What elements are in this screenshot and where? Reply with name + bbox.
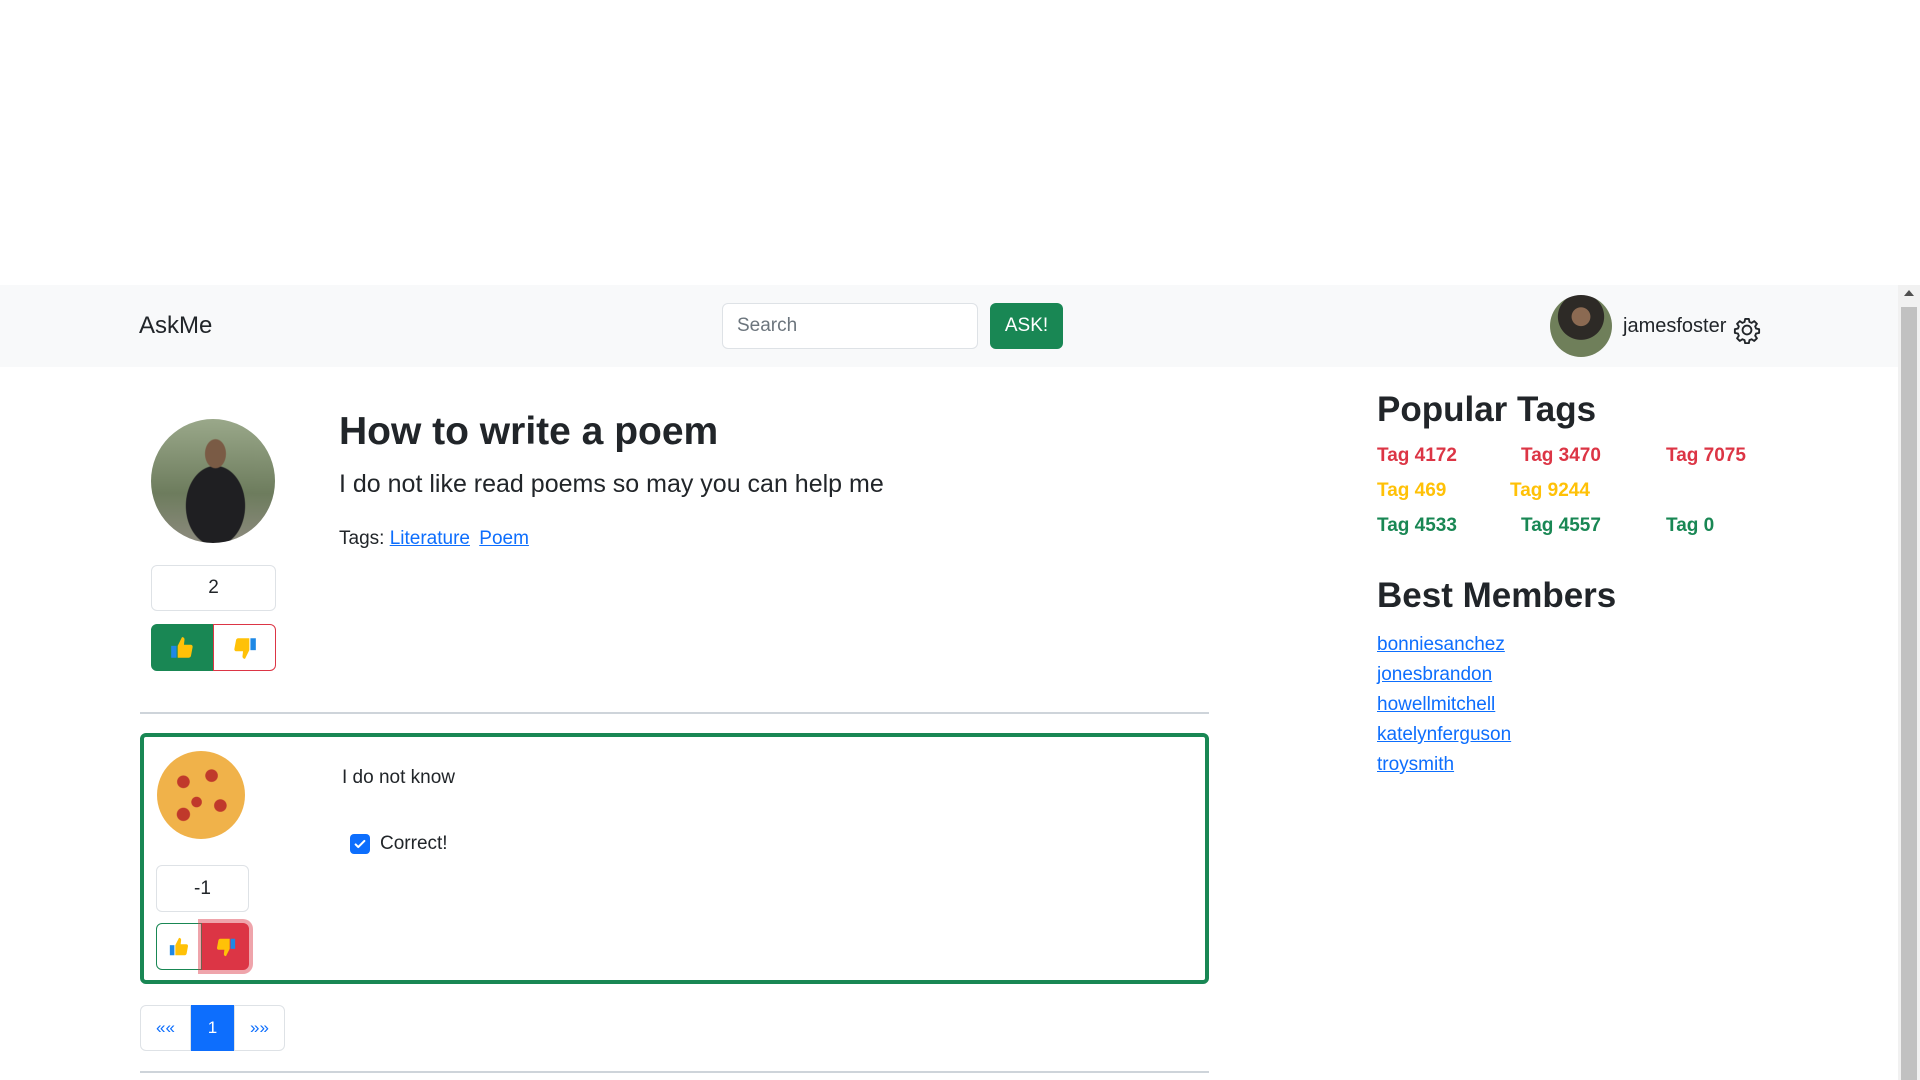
correct-checkbox-row: Correct! [350,833,448,855]
question-score: 2 [151,565,276,611]
pagination: «« 1 »» [140,1005,285,1051]
popular-tag[interactable]: Tag 4172 [1377,445,1457,467]
question-upvote-button[interactable] [151,624,213,671]
popular-tag[interactable]: Tag 7075 [1666,445,1746,467]
correct-label: Correct! [380,833,448,854]
navbar: AskMe ASK! jamesfoster [0,285,1898,367]
popular-tag[interactable]: Tag 0 [1666,515,1714,537]
answer-vote-group [156,923,249,970]
tag-link-poem[interactable]: Poem [479,528,529,549]
tag-link-literature[interactable]: Literature [390,528,470,549]
popular-tag[interactable]: Tag 3470 [1521,445,1601,467]
answer-downvote-button[interactable] [202,923,249,970]
thumbs-down-icon [216,938,235,956]
pagination-page-1[interactable]: 1 [191,1005,234,1051]
popular-tag[interactable]: Tag 469 [1377,480,1446,502]
search-input[interactable] [722,303,978,349]
question-downvote-button[interactable] [213,624,276,671]
brand-logo[interactable]: AskMe [139,312,212,340]
tags-label: Tags: [339,528,385,549]
scroll-up-arrow-icon[interactable] [1904,290,1914,296]
divider [140,712,1209,714]
question-tags: Tags: Literature Poem [339,528,533,550]
ask-button[interactable]: ASK! [990,303,1063,349]
thumbs-up-icon [171,636,193,658]
check-icon [354,839,366,849]
pagination-prev[interactable]: «« [140,1005,191,1051]
answer-author-avatar[interactable] [157,751,245,839]
answer-upvote-button[interactable] [156,923,202,970]
thumbs-down-icon [233,637,256,659]
member-link[interactable]: howellmitchell [1377,690,1511,720]
popular-tags-title: Popular Tags [1377,390,1597,429]
question-vote-group [151,624,276,671]
correct-checkbox[interactable] [350,834,370,854]
divider [140,1071,1209,1073]
username-link[interactable]: jamesfoster [1623,315,1726,338]
question-body: I do not like read poems so may you can … [339,470,884,498]
popular-tag[interactable]: Tag 4557 [1521,515,1601,537]
member-link[interactable]: jonesbrandon [1377,660,1511,690]
pagination-next[interactable]: »» [234,1005,285,1051]
member-link[interactable]: bonniesanchez [1377,630,1511,660]
question-author-avatar[interactable] [151,419,275,543]
popular-tag[interactable]: Tag 4533 [1377,515,1457,537]
thumbs-up-icon [169,937,189,955]
popular-tag[interactable]: Tag 9244 [1510,480,1590,502]
gear-icon[interactable] [1733,316,1761,344]
user-avatar[interactable] [1550,295,1612,357]
question-title: How to write a poem [339,410,719,453]
member-link[interactable]: katelynferguson [1377,720,1511,750]
best-members-title: Best Members [1377,576,1617,615]
member-link[interactable]: troysmith [1377,750,1511,780]
scrollbar-thumb[interactable] [1901,307,1917,1080]
answer-card: -1 I do not know Correct! [140,733,1209,984]
best-members-list: bonniesanchez jonesbrandon howellmitchel… [1377,630,1511,780]
answer-score: -1 [156,865,249,912]
answer-body: I do not know [342,767,456,788]
